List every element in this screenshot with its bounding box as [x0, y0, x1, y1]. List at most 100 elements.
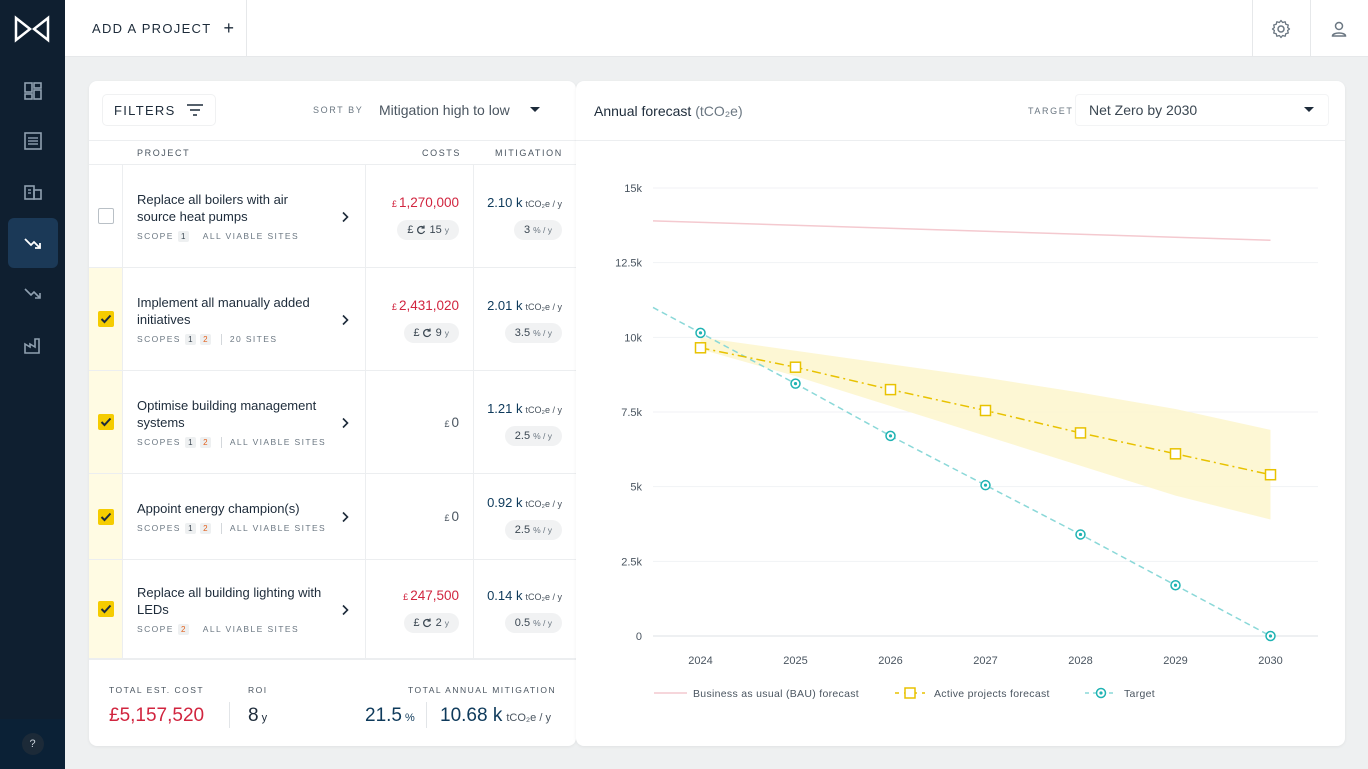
sites-label: ALL VIABLE SITES [220, 522, 326, 534]
settings-button[interactable] [1252, 0, 1309, 57]
target-select[interactable]: Net Zero by 2030 [1076, 95, 1328, 125]
payback-pill: £9 y [403, 322, 459, 343]
payback-unit: y [444, 327, 449, 338]
checkmark-icon [100, 417, 111, 427]
forecast-chart: 0 2.5k 5k 7.5k 10k 12.5k 15k 2024 2025 2026 2027 20… [615, 183, 1318, 700]
mitigation-pct-number: 21.5 [365, 705, 402, 726]
nav-list[interactable] [8, 116, 58, 166]
chevron-right-icon[interactable] [339, 604, 351, 616]
project-title: Replace all building lighting with LEDs [137, 584, 322, 617]
mitigation-pct: 3 [523, 223, 531, 236]
add-project-button[interactable]: ADD A PROJECT + [65, 0, 247, 57]
mitigation-number: 0.92 k [487, 495, 523, 510]
total-mitigation-pct: 21.5% [365, 705, 415, 727]
cost-value: £1,270,000 [392, 195, 459, 210]
project-meta: SCOPES 1 2 ALL VIABLE SITES [137, 436, 365, 448]
scope-badge: 1 [177, 230, 189, 242]
mitigation-pct-pill: 2.5% / y [504, 520, 562, 540]
scope-label: SCOPE [137, 624, 174, 634]
project-info: Replace all building lighting with LEDs S… [137, 560, 365, 658]
filters-button[interactable]: FILTERS [103, 95, 215, 125]
col-project: PROJECT [137, 148, 191, 158]
mitigation-cell: 2.10 k tCO₂e / y 3% / y [474, 165, 576, 267]
nav-dashboard[interactable] [8, 66, 58, 116]
x-tick-label: 2029 [1163, 655, 1187, 667]
payback-years: 9 [435, 326, 442, 339]
chevron-right-icon[interactable] [339, 417, 351, 429]
mitigation-pct: 0.5 [514, 616, 531, 629]
nav-projects[interactable] [8, 218, 58, 268]
projects-panel: FILTERS SORT BY Mitigation high to low P… [89, 81, 576, 746]
project-row[interactable]: Appoint energy champion(s) SCOPES 1 2 ALL VI… [89, 474, 576, 560]
mitigation-pct-pill: 0.5% / y [504, 612, 562, 633]
currency-symbol: £ [391, 301, 397, 312]
project-row[interactable]: Optimise building management systems SCOP… [89, 371, 576, 474]
nav-forecast[interactable] [8, 268, 58, 318]
cost-number: 0 [451, 509, 459, 524]
payback-years: 15 [429, 223, 442, 236]
project-row[interactable]: Implement all manually added initiatives… [89, 268, 576, 371]
cost-value: £0 [444, 415, 459, 430]
nav-emissions[interactable] [8, 320, 58, 370]
x-tick-label: 2026 [878, 655, 902, 667]
y-tick-label: 10k [624, 332, 642, 344]
y-tick-label: 5k [630, 482, 642, 494]
row-checkbox[interactable] [97, 508, 114, 525]
scope-badge: 2 [199, 436, 211, 448]
target-point-dot [1268, 634, 1273, 638]
y-tick-label: 7.5k [621, 407, 642, 419]
currency-symbol: £ [391, 198, 397, 209]
col-mitigation: MITIGATION [495, 148, 563, 158]
chevron-right-icon[interactable] [339, 211, 351, 223]
checkmark-icon [100, 512, 111, 521]
mitigation-pct: 3.5 [514, 326, 531, 339]
row-checkbox[interactable] [97, 414, 114, 430]
project-title: Optimise building management systems [137, 397, 317, 430]
chevron-right-icon[interactable] [339, 511, 351, 523]
logo-mark-icon [14, 15, 50, 43]
cost-cell: £0 [365, 371, 474, 473]
cost-cell: £2,431,020 £9 y [365, 268, 474, 370]
help-button[interactable]: ? [21, 733, 44, 755]
sites-label: ALL VIABLE SITES [220, 436, 326, 448]
sites-label: ALL VIABLE SITES [202, 624, 300, 634]
currency-symbol: £ [444, 513, 450, 523]
logo[interactable] [14, 14, 50, 44]
forecast-panel: Annual forecast (tCO₂e) TARGET Net Zero … [576, 81, 1345, 746]
row-checkbox[interactable] [97, 311, 114, 327]
project-row[interactable]: Replace all building lighting with LEDs S… [89, 560, 576, 659]
project-row[interactable]: Replace all boilers with air source heat… [89, 165, 576, 268]
mitigation-cell: 0.92 k tCO₂e / y 2.5% / y [474, 474, 576, 559]
currency-symbol: £ [403, 591, 409, 602]
row-checkbox[interactable] [97, 208, 114, 224]
scope-badge: 1 [184, 436, 196, 448]
mitigation-value: 1.21 k tCO₂e / y [487, 401, 562, 416]
project-info: Replace all boilers with air source heat… [137, 165, 365, 267]
sort-select[interactable]: Mitigation high to low [368, 95, 552, 125]
y-tick-label: 15k [624, 183, 642, 195]
row-select-cell [89, 165, 123, 267]
mitigation-unit: tCO₂e / y [525, 591, 562, 602]
mitigation-number: 10.68 k [440, 705, 503, 726]
y-tick-label: 12.5k [615, 258, 642, 270]
chart-title-text: Annual forecast [594, 103, 692, 119]
building-icon [24, 185, 42, 200]
checkmark-icon [100, 314, 111, 324]
user-button[interactable] [1310, 0, 1367, 57]
row-checkbox[interactable] [97, 601, 114, 617]
caret-down-icon [530, 107, 540, 112]
payback-icon [416, 225, 425, 234]
scope-label: SCOPES [137, 334, 181, 344]
bau-line [652, 220, 1271, 242]
row-select-cell [89, 560, 123, 658]
cost-cell: £1,270,000 £15 y [365, 165, 474, 267]
nav-buildings[interactable] [8, 166, 58, 216]
cost-number: 2,431,020 [398, 297, 459, 313]
target-label: TARGET [1028, 106, 1074, 116]
project-title: Replace all boilers with air source heat… [137, 191, 289, 224]
sidebar: ? [0, 0, 65, 769]
target-point-dot [1078, 532, 1083, 537]
mitigation-unit: tCO₂e / y [525, 198, 562, 209]
chevron-right-icon[interactable] [339, 314, 351, 326]
roi-number: 8 [248, 705, 259, 726]
